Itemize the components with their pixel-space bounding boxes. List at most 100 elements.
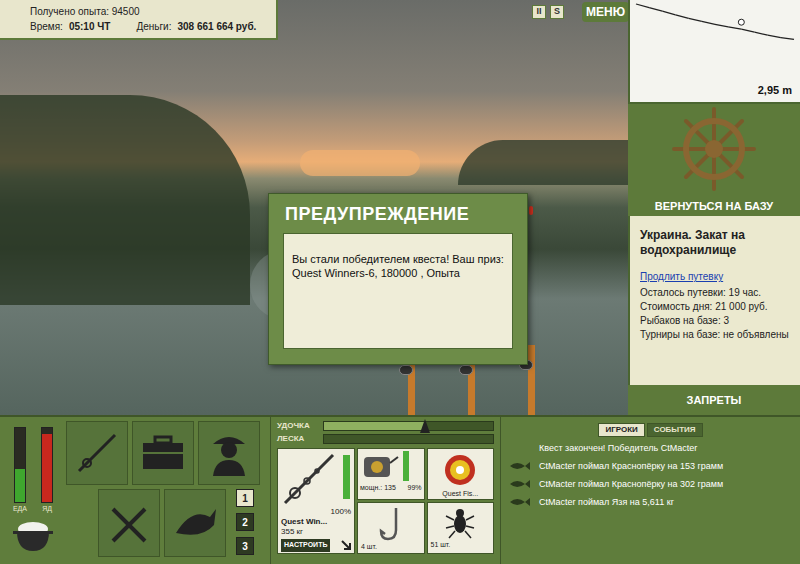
time-label: Время:	[30, 19, 63, 34]
knife-fork-icon	[107, 501, 151, 545]
event-message: CtMacter поймал Язя на 5,611 кг	[507, 494, 794, 510]
depth-segment	[676, 15, 689, 19]
event-text: Квест закончен! Победитель CtMacter	[539, 442, 697, 454]
depth-segment	[741, 29, 754, 32]
return-base-button[interactable]: ВЕРНУТЬСЯ НА БАЗУ	[655, 198, 773, 215]
depth-segment	[689, 18, 702, 21]
rod-icon	[75, 431, 119, 475]
setup-button[interactable]: НАСТРОИТЬ	[281, 539, 330, 552]
bait-slot[interactable]: 51 шт.	[427, 502, 495, 554]
depth-segment	[636, 4, 649, 8]
event-text: CtMacter поймал Краснопёрку на 302 грамм	[539, 478, 723, 490]
meter-fill	[15, 469, 25, 502]
food-button[interactable]	[98, 489, 160, 557]
line-spool-icon	[443, 453, 477, 487]
warning-dialog: ПРЕДУПРЕЖДЕНИЕ Вы стали победителем квес…	[268, 193, 528, 365]
reel-condition: 99%	[407, 483, 421, 492]
meter-label: ЯД	[42, 504, 52, 513]
top-buttons: II S МЕНЮ	[532, 2, 628, 22]
rod-tab[interactable]: 1	[236, 489, 254, 507]
depth-reading: 2,95 m	[758, 82, 792, 99]
dialog-title: ПРЕДУПРЕЖДЕНИЕ	[269, 194, 527, 225]
experience: Получено опыта: 94500	[30, 4, 270, 19]
tension-marker-icon[interactable]	[420, 419, 430, 433]
tackle-bar-label: УДОЧКА	[277, 421, 319, 431]
dialog-message: Вы стали победителем квеста! Ваш приз: Q…	[292, 252, 504, 280]
meter: ЕДА	[13, 427, 27, 513]
events-tab[interactable]: ИГРОКИ	[598, 423, 644, 437]
tackle-bar-track	[323, 421, 494, 431]
depth-segment	[702, 21, 715, 24]
ship-wheel-icon	[671, 106, 757, 192]
fish-cage-button[interactable]	[164, 489, 226, 557]
status-panel: Получено опыта: 94500 Время: 05:10 ЧТ Де…	[0, 0, 278, 40]
meter: ЯД	[41, 427, 53, 513]
event-message: Квест закончен! Победитель CtMacter	[507, 440, 794, 456]
depth-segment	[781, 38, 794, 40]
bans-button[interactable]: ЗАПРЕТЫ	[628, 385, 800, 415]
extend-link[interactable]: Продлить путевку	[640, 270, 790, 284]
meter-track	[41, 427, 53, 503]
location: Украина. Закат на водохранилище	[640, 228, 790, 258]
trees-right	[458, 140, 628, 185]
hook-icon	[376, 506, 406, 542]
depth-segment	[768, 35, 781, 37]
depth-segment	[662, 11, 675, 15]
tackle-bar: УДОЧКА	[277, 421, 494, 431]
event-message: CtMacter поймал Краснопёрку на 153 грамм	[507, 458, 794, 474]
dialog-body: Вы стали победителем квеста! Ваш приз: Q…	[283, 233, 513, 349]
return-base-panel[interactable]: ВЕРНУТЬСЯ НА БАЗУ	[628, 104, 800, 216]
float-marker	[738, 19, 744, 25]
message-icon-slot	[507, 459, 533, 473]
tackle-bar: ЛЕСКА	[277, 434, 494, 444]
line-slot[interactable]: Quest Fis...	[427, 448, 495, 500]
tackle-bar-track	[323, 434, 494, 444]
bait-count: 51 шт.	[428, 540, 451, 549]
events-tab[interactable]: СОБЫТИЯ	[647, 423, 703, 437]
hook-slot[interactable]: 4 шт.	[357, 502, 425, 554]
fish-icon	[509, 460, 531, 472]
tackle-box-button[interactable]	[132, 421, 194, 485]
fisherman-icon	[207, 430, 251, 476]
event-text: CtMacter поймал Краснопёрку на 153 грамм	[539, 460, 723, 472]
rod-condition-track	[343, 455, 350, 499]
menu-button[interactable]: МЕНЮ	[582, 2, 628, 22]
message-icon-slot	[507, 441, 533, 455]
reel-icon	[459, 365, 473, 375]
pot-icon[interactable]	[12, 519, 54, 553]
money-label: Деньги:	[136, 19, 171, 34]
fishing-scene[interactable]: Получено опыта: 94500 Время: 05:10 ЧТ Де…	[0, 0, 628, 415]
depth-segment	[755, 32, 768, 35]
reel-icon	[360, 451, 400, 481]
time: 05:10 ЧТ	[69, 19, 111, 34]
tackle-bar-label: ЛЕСКА	[277, 434, 319, 444]
fish-icon	[172, 503, 218, 543]
event-message: CtMacter поймал Краснопёрку на 302 грамм	[507, 476, 794, 492]
rod-condition-fill	[343, 455, 350, 499]
bait-insect-icon	[443, 506, 477, 540]
message-icon-slot	[507, 495, 533, 509]
meter-label: ЕДА	[13, 504, 27, 513]
reel-icon	[399, 365, 413, 375]
rod-name: Quest Win...	[281, 517, 351, 527]
reel-slot[interactable]: мощн.: 135 99%	[357, 448, 425, 500]
top-button[interactable]: S	[550, 5, 564, 19]
reel-condition-fill	[403, 451, 409, 481]
rod-slot[interactable]: 100% Quest Win... 355 кг НАСТРОИТЬ	[277, 448, 355, 554]
trip-info-line: Рыбаков на базе: 3	[640, 314, 790, 328]
tackle-bar-fill	[324, 422, 425, 430]
top-button[interactable]: II	[532, 5, 546, 19]
trees-left	[0, 95, 250, 305]
depth-chart: 2,95 m	[628, 0, 800, 104]
box-icon	[141, 435, 185, 471]
line-name: Quest Fis...	[442, 489, 478, 498]
sun-glow	[300, 150, 420, 176]
fish-icon	[509, 496, 531, 508]
rods-button[interactable]	[66, 421, 128, 485]
fisherman-button[interactable]	[198, 421, 260, 485]
rod-tab[interactable]: 3	[236, 537, 254, 555]
rod-tab[interactable]: 2	[236, 513, 254, 531]
trip-info-line: Турниры на базе: не объявлены	[640, 328, 790, 342]
rod-stand-icon	[528, 345, 535, 415]
event-text: CtMacter поймал Язя на 5,611 кг	[539, 496, 674, 508]
